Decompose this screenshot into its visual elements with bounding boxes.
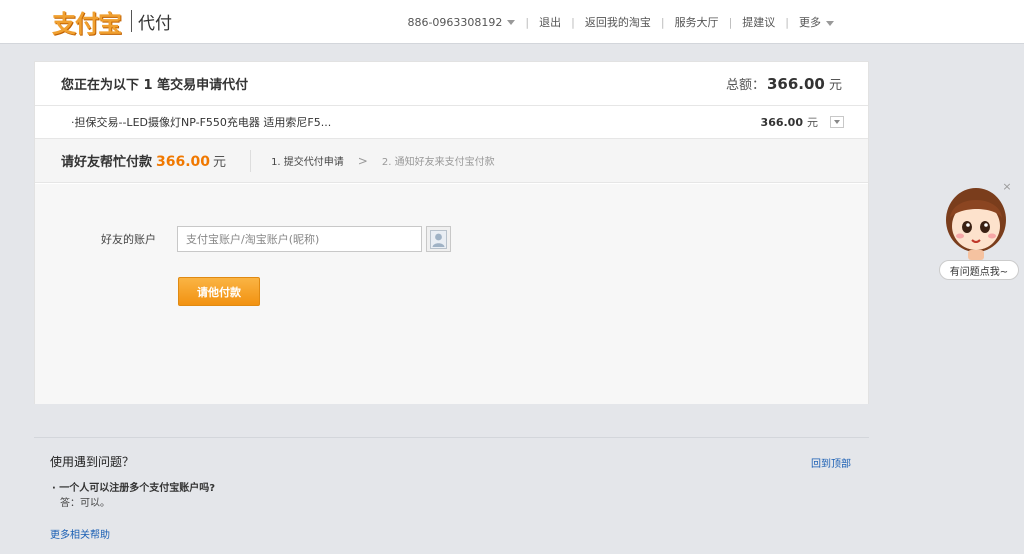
total-value: 366.00 — [766, 75, 825, 93]
faq-question[interactable]: · 一个人可以注册多个支付宝账户吗? — [52, 479, 215, 494]
more-menu[interactable]: 更多 — [789, 14, 844, 30]
back-to-taobao-link[interactable]: 返回我的淘宝 — [575, 14, 661, 30]
friend-account-label: 好友的账户 — [101, 233, 156, 246]
step-title-text: 请好友帮忙付款 — [61, 155, 153, 170]
step-amount-unit: 元 — [213, 155, 227, 170]
mascot-close-icon[interactable]: × — [1000, 180, 1014, 194]
step-arrow-icon: > — [357, 153, 368, 168]
total-label: 总额： — [725, 78, 765, 93]
step-1: 1. 提交代付申请 — [271, 157, 344, 168]
more-label: 更多 — [799, 16, 821, 29]
step-title: 请好友帮忙付款 366.00 元 — [61, 151, 226, 170]
panel-title: 您正在为以下 1 笔交易申请代付 — [61, 78, 249, 93]
total-amount: 总额： 366.00 元 — [726, 74, 842, 93]
friend-account-input[interactable] — [177, 226, 422, 252]
order-amount-unit: 元 — [807, 116, 818, 129]
top-nav: 886-0963308192 | 退出 | 返回我的淘宝 | 服务大厅 | 提建… — [397, 0, 844, 44]
expand-order-button[interactable] — [830, 116, 844, 128]
step-amount: 366.00 — [156, 154, 211, 170]
payment-request-panel: 您正在为以下 1 笔交易申请代付 总额： 366.00 元 ·担保交易--LED摄… — [34, 61, 869, 404]
footer-divider — [34, 437, 869, 438]
panel-header: 您正在为以下 1 笔交易申请代付 总额： 366.00 元 — [35, 62, 868, 106]
logout-link[interactable]: 退出 — [529, 14, 571, 30]
step-divider — [250, 149, 252, 172]
request-pay-button[interactable]: 请他付款 — [178, 277, 260, 306]
contacts-button[interactable] — [426, 226, 451, 252]
account-menu[interactable]: 886-0963308192 — [397, 16, 525, 29]
chevron-down-icon — [826, 20, 834, 26]
account-number: 886-0963308192 — [407, 15, 503, 29]
form-area: 好友的账户 请他付款 — [35, 184, 868, 404]
mascot-help-bubble[interactable]: 有问题点我~ — [939, 260, 1019, 280]
order-amount: 366.00 元 — [761, 114, 844, 130]
top-bar: 支付宝 代付 886-0963308192 | 退出 | 返回我的淘宝 | 服务… — [0, 0, 1024, 44]
step-bar: 请好友帮忙付款 366.00 元 1. 提交代付申请 > 2. 通知好友来支付宝付款 — [35, 139, 868, 183]
contact-avatar-icon — [430, 229, 447, 249]
logo-divider — [131, 10, 132, 32]
faq-answer: 答：可以。 — [60, 498, 110, 509]
alipay-logo[interactable]: 支付宝 代付 — [52, 4, 172, 38]
chevron-down-icon — [507, 20, 516, 25]
product-name: 代付 — [138, 13, 172, 34]
order-name: ·担保交易--LED摄像灯NP-F550充电器 适用索尼F5... — [71, 116, 332, 129]
back-to-top-link[interactable]: 回到顶部 — [811, 455, 851, 470]
step-2: 2. 通知好友来支付宝付款 — [381, 157, 495, 168]
more-help-link[interactable]: 更多相关帮助 — [50, 526, 110, 541]
service-hall-link[interactable]: 服务大厅 — [665, 14, 729, 30]
help-title: 使用遇到问题？ — [50, 455, 135, 469]
feedback-link[interactable]: 提建议 — [732, 14, 785, 30]
total-unit: 元 — [828, 78, 842, 93]
logo-mark: 支付宝 — [52, 9, 122, 38]
order-amount-value: 366.00 — [760, 115, 803, 129]
order-row: ·担保交易--LED摄像灯NP-F550充电器 适用索尼F5... 366.00… — [35, 106, 868, 139]
